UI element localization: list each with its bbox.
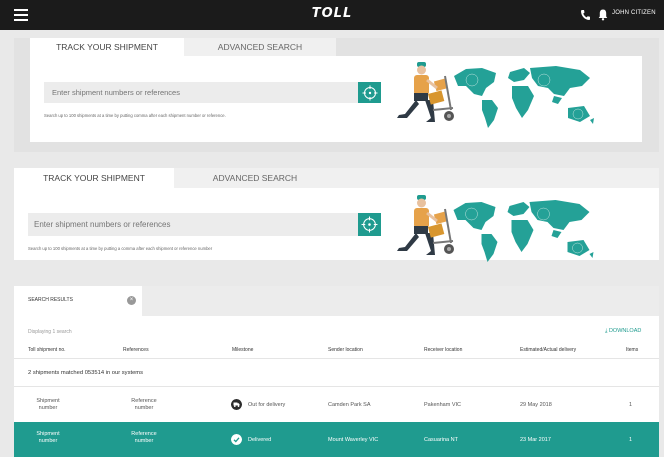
column-header-sender[interactable]: Sender location <box>328 347 363 353</box>
divider <box>14 358 659 359</box>
sender-location: Mount Waverley VIC <box>328 437 379 443</box>
shipment-number-line: Shipment <box>36 398 60 404</box>
delivery-date: 29 May 2018 <box>520 402 552 408</box>
column-header-references[interactable]: References <box>123 347 149 353</box>
tab-advanced-search[interactable]: ADVANCED SEARCH <box>184 38 336 56</box>
user-name[interactable]: JOHN CITIZEN <box>612 10 656 16</box>
items-count: 1 <box>629 402 633 408</box>
delivery-worker-illustration <box>397 62 454 122</box>
world-map-illustration <box>454 66 594 128</box>
results-tab-label: SEARCH RESULTS <box>28 297 73 303</box>
shipment-number-line: number <box>38 438 58 444</box>
tab-track-shipment[interactable]: TRACK YOUR SHIPMENT <box>14 168 174 188</box>
shipment-search-input[interactable] <box>28 213 358 236</box>
column-header-delivery[interactable]: Estimated/Actual delivery <box>520 347 576 353</box>
search-help-text: Search up to 100 shipments at a time by … <box>44 113 226 118</box>
bell-icon[interactable] <box>598 8 608 21</box>
table-row[interactable]: Shipment number Reference number Deliver… <box>14 422 659 457</box>
download-link[interactable]: ⤓ DOWNLOAD <box>605 328 641 335</box>
tab-track-shipment[interactable]: TRACK YOUR SHIPMENT <box>30 38 184 56</box>
crosshair-icon <box>362 85 377 100</box>
crosshair-icon <box>361 216 378 233</box>
receiver-location: Pakenham VIC <box>424 402 461 408</box>
shipment-number-line: number <box>38 405 58 411</box>
search-button[interactable] <box>358 213 381 236</box>
sender-location: Camden Park SA <box>328 402 371 408</box>
matched-summary: 2 shipments matched 053514 in our system… <box>28 370 144 376</box>
search-button[interactable] <box>358 82 381 103</box>
reference-number-line: number <box>134 405 154 411</box>
reference-number-line: Reference <box>131 398 157 404</box>
shipment-search-input[interactable] <box>44 82 358 103</box>
delivery-truck-icon <box>231 399 242 410</box>
delivery-worker-illustration <box>397 195 454 255</box>
milestone-label: Delivered <box>248 437 272 443</box>
receiver-location: Casuarina NT <box>424 437 458 443</box>
shipment-number-line: Shipment <box>36 431 60 437</box>
checkmark-icon <box>231 434 242 445</box>
display-count: Displaying 1 search <box>28 329 72 335</box>
reference-number-line: Reference <box>131 431 157 437</box>
phone-icon[interactable] <box>580 9 590 21</box>
column-header-shipment[interactable]: Toll shipment no. <box>28 347 66 353</box>
table-row[interactable]: Shipment number Reference number Out for… <box>14 387 659 422</box>
toll-logo[interactable]: TOLL <box>0 6 664 21</box>
items-count: 1 <box>629 437 633 443</box>
search-help-text: Search up to 100 shipments at a time by … <box>28 246 213 251</box>
column-header-receiver[interactable]: Receiver location <box>424 347 462 353</box>
world-map-illustration <box>453 200 594 262</box>
column-header-items[interactable]: Items <box>626 347 638 353</box>
column-header-milestone[interactable]: Milestone <box>232 347 253 353</box>
delivery-date: 23 Mar 2017 <box>520 437 551 443</box>
milestone-label: Out for delivery <box>248 402 286 408</box>
reference-number-line: number <box>134 438 154 444</box>
tab-advanced-search[interactable]: ADVANCED SEARCH <box>174 168 336 188</box>
close-icon[interactable]: × <box>127 296 136 305</box>
